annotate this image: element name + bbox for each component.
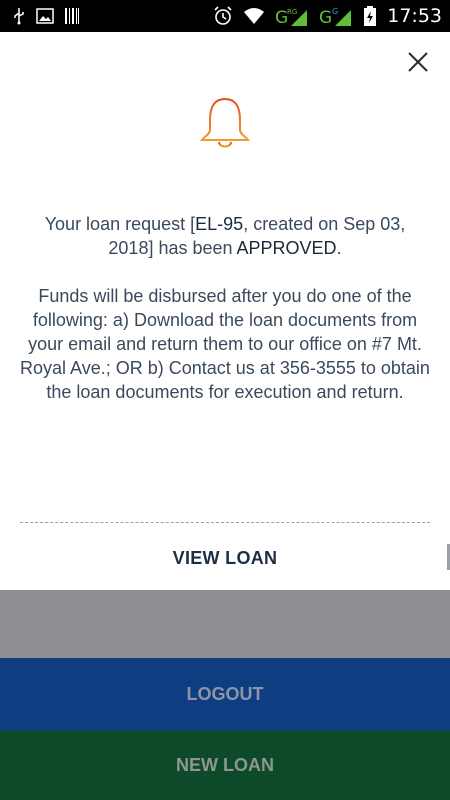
status-right: G RG G G 17:53 <box>213 5 442 27</box>
bell-icon <box>197 90 253 154</box>
signal-label: RG <box>287 8 297 16</box>
disbursement-instructions: Funds will be disbursed after you do one… <box>20 286 430 402</box>
background-panel <box>0 590 450 658</box>
signal-icon: G RG <box>275 5 309 27</box>
approval-text: Your loan request [EL-95, created on Sep… <box>20 212 430 260</box>
signal-icon: G G <box>319 5 353 27</box>
barcode-icon <box>64 7 80 25</box>
loan-status-dialog: Your loan request [EL-95, created on Sep… <box>0 32 450 590</box>
dialog-divider <box>20 522 430 523</box>
loan-status: APPROVED <box>236 238 337 258</box>
loan-id: EL-95 <box>195 214 244 234</box>
usb-icon <box>12 7 26 25</box>
logout-button[interactable]: LOGOUT <box>0 658 450 730</box>
signal-label: G <box>332 7 338 16</box>
battery-icon <box>363 5 377 27</box>
status-time: 17:53 <box>387 5 442 27</box>
signal-label: G <box>319 8 332 27</box>
view-loan-button[interactable]: VIEW LOAN <box>0 538 450 578</box>
alarm-icon <box>213 6 233 26</box>
new-loan-button[interactable]: NEW LOAN <box>0 730 450 800</box>
status-left <box>12 7 80 25</box>
loan-message: Your loan request [EL-95, created on Sep… <box>20 212 430 404</box>
image-icon <box>36 8 54 24</box>
wifi-icon <box>243 7 265 25</box>
close-icon[interactable] <box>407 51 429 73</box>
status-bar: G RG G G 17:53 <box>0 0 450 32</box>
message-text: Your loan request [ <box>44 214 196 234</box>
close-button[interactable] <box>404 48 432 76</box>
message-text: . <box>336 238 342 258</box>
